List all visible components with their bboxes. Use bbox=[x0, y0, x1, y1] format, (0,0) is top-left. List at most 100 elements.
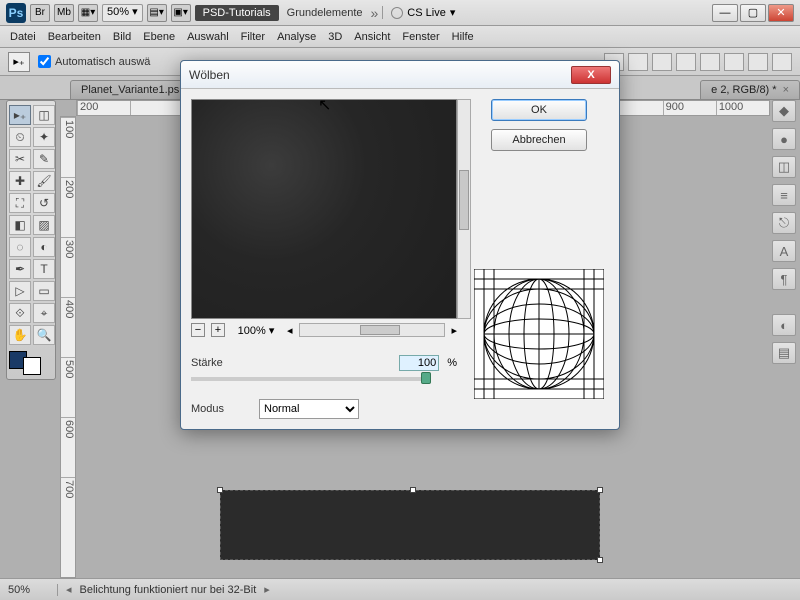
align-btn[interactable] bbox=[700, 53, 720, 71]
auto-select-checkbox[interactable]: Automatisch auswä bbox=[38, 55, 150, 68]
menu-auswahl[interactable]: Auswahl bbox=[187, 31, 229, 43]
zoom-in-button[interactable]: + bbox=[211, 323, 225, 337]
status-message: Belichtung funktioniert nur bei 32-Bit bbox=[80, 584, 257, 596]
align-btn[interactable] bbox=[652, 53, 672, 71]
screenmode-icon[interactable]: ▣▾ bbox=[171, 4, 191, 22]
minimize-button[interactable]: — bbox=[712, 4, 738, 22]
brush-tool-icon[interactable]: 🖌 bbox=[33, 171, 55, 191]
preview-scrollbar-vertical[interactable] bbox=[457, 99, 471, 319]
panel-icon[interactable]: ◫ bbox=[772, 156, 796, 178]
mouse-cursor-icon: ↖ bbox=[318, 95, 331, 115]
bridge-icon[interactable]: Br bbox=[30, 4, 50, 22]
3d-camera-icon[interactable]: ⌖ bbox=[33, 303, 55, 323]
menu-3d[interactable]: 3D bbox=[328, 31, 342, 43]
color-swatch[interactable] bbox=[9, 351, 55, 375]
panel-icon[interactable]: ≡ bbox=[772, 184, 796, 206]
menu-datei[interactable]: Datei bbox=[10, 31, 36, 43]
strength-slider[interactable] bbox=[191, 377, 431, 381]
panel-icon[interactable]: A bbox=[772, 240, 796, 262]
panel-icon[interactable]: ▤ bbox=[772, 342, 796, 364]
menu-filter[interactable]: Filter bbox=[241, 31, 265, 43]
status-arrow-right-icon[interactable]: ▸ bbox=[264, 583, 270, 596]
menu-fenster[interactable]: Fenster bbox=[402, 31, 439, 43]
filter-preview[interactable] bbox=[191, 99, 457, 319]
wand-tool-icon[interactable]: ✦ bbox=[33, 127, 55, 147]
panel-icon[interactable]: ● bbox=[772, 128, 796, 150]
menu-hilfe[interactable]: Hilfe bbox=[452, 31, 474, 43]
photoshop-logo-icon[interactable]: Ps bbox=[6, 3, 26, 23]
align-btn[interactable] bbox=[724, 53, 744, 71]
status-arrow-left-icon[interactable]: ◂ bbox=[66, 583, 72, 596]
move-tool-icon[interactable]: ▸₊ bbox=[9, 105, 31, 125]
dialog-close-button[interactable]: X bbox=[571, 66, 611, 84]
panel-icon[interactable]: ◐ bbox=[772, 314, 796, 336]
workspace-name[interactable]: Grundelemente bbox=[283, 7, 367, 19]
document-tab[interactable]: Planet_Variante1.ps bbox=[70, 80, 190, 99]
scroll-right-icon[interactable]: ▸ bbox=[451, 324, 457, 337]
close-tab-icon[interactable]: × bbox=[783, 84, 789, 96]
view-extras-icon[interactable]: ▦▾ bbox=[78, 4, 98, 22]
background-color[interactable] bbox=[23, 357, 41, 375]
shape-tool-icon[interactable]: ▭ bbox=[33, 281, 55, 301]
align-btn[interactable] bbox=[676, 53, 696, 71]
slider-knob[interactable] bbox=[421, 372, 431, 384]
status-zoom[interactable]: 50% bbox=[8, 584, 58, 596]
canvas-image[interactable] bbox=[220, 490, 600, 560]
ok-button[interactable]: OK bbox=[491, 99, 587, 121]
cancel-button[interactable]: Abbrechen bbox=[491, 129, 587, 151]
document-tab-right[interactable]: e 2, RGB/8) *× bbox=[700, 80, 800, 99]
panel-icon[interactable]: ¶ bbox=[772, 268, 796, 290]
eraser-tool-icon[interactable]: ◧ bbox=[9, 215, 31, 235]
scroll-left-icon[interactable]: ◂ bbox=[287, 324, 293, 337]
workspace-pill[interactable]: PSD-Tutorials bbox=[195, 5, 279, 21]
preview-scrollbar-horizontal[interactable] bbox=[299, 323, 446, 337]
marquee-tool-icon[interactable]: ◫ bbox=[33, 105, 55, 125]
transform-handle[interactable] bbox=[410, 487, 416, 493]
blur-tool-icon[interactable]: ◌ bbox=[9, 237, 31, 257]
menu-bild[interactable]: Bild bbox=[113, 31, 131, 43]
align-btn[interactable] bbox=[628, 53, 648, 71]
history-brush-icon[interactable]: ↺ bbox=[33, 193, 55, 213]
minibridge-icon[interactable]: Mb bbox=[54, 4, 74, 22]
pen-tool-icon[interactable]: ✒ bbox=[9, 259, 31, 279]
heal-tool-icon[interactable]: ✚ bbox=[9, 171, 31, 191]
menu-bearbeiten[interactable]: Bearbeiten bbox=[48, 31, 101, 43]
lasso-tool-icon[interactable]: ⏲ bbox=[9, 127, 31, 147]
3d-tool-icon[interactable]: ⟐ bbox=[9, 303, 31, 323]
hand-tool-icon[interactable]: ✋ bbox=[9, 325, 31, 345]
maximize-button[interactable]: ▢ bbox=[740, 4, 766, 22]
workspace-more-icon[interactable]: » bbox=[371, 5, 379, 21]
current-tool-icon[interactable]: ▸₊ bbox=[8, 52, 30, 72]
align-buttons bbox=[604, 53, 792, 71]
gradient-tool-icon[interactable]: ▨ bbox=[33, 215, 55, 235]
menu-ansicht[interactable]: Ansicht bbox=[354, 31, 390, 43]
transform-handle[interactable] bbox=[597, 487, 603, 493]
path-tool-icon[interactable]: ▷ bbox=[9, 281, 31, 301]
eyedropper-tool-icon[interactable]: ✎ bbox=[33, 149, 55, 169]
mode-select[interactable]: Normal bbox=[259, 399, 359, 419]
spherize-grid-preview bbox=[474, 269, 604, 399]
menu-analyse[interactable]: Analyse bbox=[277, 31, 316, 43]
panel-icon[interactable]: ⎋ bbox=[772, 212, 796, 234]
cs-live[interactable]: CS Live ▾ bbox=[382, 6, 455, 19]
transform-handle[interactable] bbox=[217, 487, 223, 493]
zoom-tool-icon[interactable]: 🔍 bbox=[33, 325, 55, 345]
zoom-combo[interactable]: 50% ▾ bbox=[102, 4, 143, 22]
crop-tool-icon[interactable]: ✂ bbox=[9, 149, 31, 169]
type-tool-icon[interactable]: T bbox=[33, 259, 55, 279]
zoom-out-button[interactable]: − bbox=[191, 323, 205, 337]
panel-icon[interactable]: ◆ bbox=[772, 100, 796, 122]
menu-ebene[interactable]: Ebene bbox=[143, 31, 175, 43]
strength-input[interactable] bbox=[399, 355, 439, 371]
preview-zoom[interactable]: 100% ▾ bbox=[231, 324, 281, 337]
stamp-tool-icon[interactable]: ⛶ bbox=[9, 193, 31, 213]
mode-label: Modus bbox=[191, 403, 251, 415]
transform-handle[interactable] bbox=[597, 557, 603, 563]
align-btn[interactable] bbox=[748, 53, 768, 71]
dialog-titlebar[interactable]: Wölben X bbox=[181, 61, 619, 89]
dodge-tool-icon[interactable]: ◐ bbox=[33, 237, 55, 257]
align-btn[interactable] bbox=[772, 53, 792, 71]
close-button[interactable]: ✕ bbox=[768, 4, 794, 22]
strength-label: Stärke bbox=[191, 357, 251, 369]
arrange-icon[interactable]: ▤▾ bbox=[147, 4, 167, 22]
